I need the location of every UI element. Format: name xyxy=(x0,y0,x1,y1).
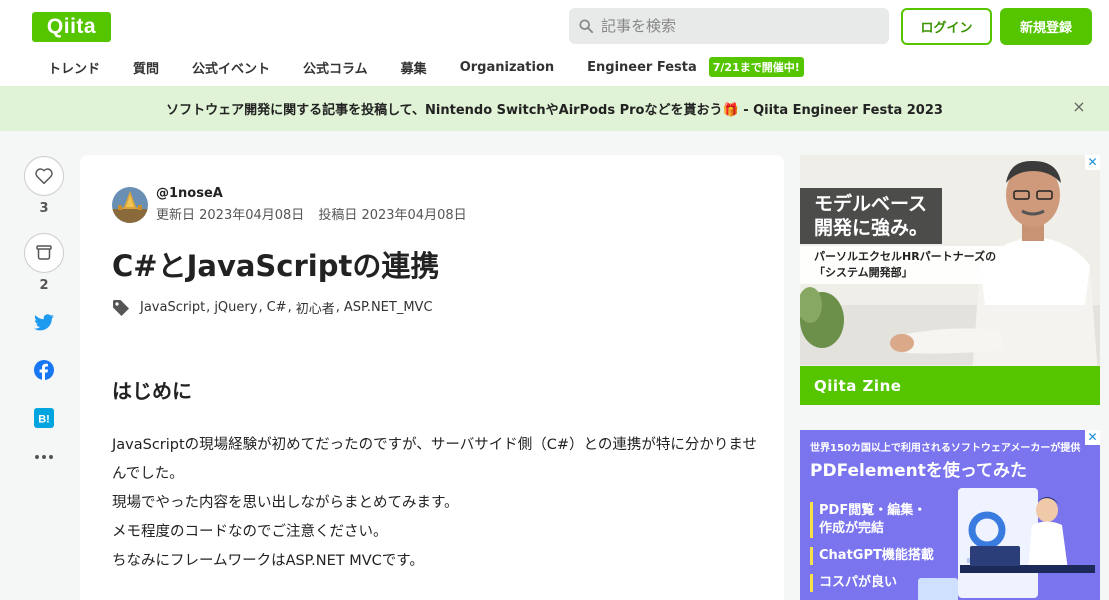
heart-icon xyxy=(35,168,53,185)
twitter-share[interactable] xyxy=(24,314,64,332)
search-input[interactable] xyxy=(601,17,871,35)
avatar[interactable] xyxy=(112,186,148,223)
ad1-headline-line2: 開発に強み。 xyxy=(814,217,929,239)
updated-date: 更新日 2023年04月08日 xyxy=(156,208,305,223)
twitter-icon xyxy=(34,314,54,331)
article-body: JavaScriptの現場経験が初めてだったのですが、サーバサイド側（C#）との… xyxy=(112,431,757,576)
ad2-feature: ChatGPT機能搭載 xyxy=(810,547,934,565)
tag-aspnet-mvc[interactable]: ASP.NET_MVC xyxy=(344,300,433,315)
hatena-bookmark-icon: B! xyxy=(34,408,54,428)
article-title: C#とJavaScriptの連携 xyxy=(112,249,440,283)
facebook-share[interactable] xyxy=(24,360,64,380)
like-count: 3 xyxy=(39,201,49,216)
nav-trend[interactable]: トレンド xyxy=(48,58,100,77)
stock-count: 2 xyxy=(39,278,49,293)
ad1-footer: Qiita Zine xyxy=(800,366,1100,405)
more-actions[interactable] xyxy=(24,454,64,460)
nav-questions[interactable]: 質問 xyxy=(133,58,159,77)
ad2-feature: PDF閲覧・編集・作成が完結 xyxy=(810,502,930,538)
paragraph: ちなみにフレームワークはASP.NET MVCです。 xyxy=(112,553,424,569)
stock-button[interactable] xyxy=(24,233,64,273)
banner-text: ソフトウェア開発に関する記事を投稿して、Nintendo SwitchやAirP… xyxy=(166,99,943,118)
ad1-subtitle: パーソルエクセルHRパートナーズの 「システム開発部」 xyxy=(800,246,1003,284)
gift-icon: 🎁 xyxy=(722,103,739,118)
close-icon[interactable]: × xyxy=(1071,99,1087,115)
festa-badge: 7/21まで開催中! xyxy=(708,57,804,77)
paragraph: メモ程度のコードなのでご注意ください。 xyxy=(112,524,388,540)
facebook-icon xyxy=(34,360,54,380)
svg-text:B!: B! xyxy=(38,414,50,426)
qiita-logo[interactable]: Qiita xyxy=(32,12,111,42)
ad-banner-pdfelement[interactable]: 世界150カ国以上で利用されるソフトウェアメーカーが提供 PDFelementを… xyxy=(800,430,1100,600)
stock-icon xyxy=(36,245,52,260)
tag-list: JavaScript, jQuery, C#, 初心者, ASP.NET_MVC xyxy=(112,298,433,317)
site-header: Qiita ログイン 新規登録 トレンド 質問 公式イベント 公式コラム 募集 … xyxy=(0,0,1109,86)
ad2-tagline: 世界150カ国以上で利用されるソフトウェアメーカーが提供 xyxy=(810,443,1081,454)
article-dates: 更新日 2023年04月08日 投稿日 2023年04月08日 xyxy=(156,204,481,223)
ad1-headline: モデルベース 開発に強み。 xyxy=(800,188,943,244)
search-box[interactable] xyxy=(569,8,889,44)
festa-banner[interactable]: ソフトウェア開発に関する記事を投稿して、Nintendo SwitchやAirP… xyxy=(0,86,1109,131)
ad2-title: PDFelementを使ってみた xyxy=(810,461,1028,481)
paragraph: 現場でやった内容を思い出しながらまとめてみます。 xyxy=(112,495,459,511)
ad1-subtitle-line1: パーソルエクセルHRパートナーズの xyxy=(814,250,997,263)
ad2-feature-list: PDF閲覧・編集・作成が完結 ChatGPT機能搭載 コスパが良い xyxy=(810,502,934,600)
search-icon xyxy=(579,19,593,33)
nav-organization[interactable]: Organization xyxy=(460,60,554,75)
like-button[interactable] xyxy=(24,156,64,196)
tag-csharp[interactable]: C# xyxy=(267,300,287,315)
ad-close-icon[interactable]: ✕ xyxy=(1085,155,1100,170)
ad1-headline-line1: モデルベース xyxy=(814,193,928,215)
tag-icon xyxy=(113,299,129,316)
author-info: @1noseA 更新日 2023年04月08日 投稿日 2023年04月08日 xyxy=(112,186,481,223)
ad-banner-persol[interactable]: モデルベース 開発に強み。 パーソルエクセルHRパートナーズの 「システム開発部… xyxy=(800,155,1100,405)
hatena-share[interactable]: B! xyxy=(24,408,64,428)
ad-close-icon[interactable]: ✕ xyxy=(1085,430,1100,445)
ad2-feature: コスパが良い xyxy=(810,574,934,592)
main-nav: トレンド 質問 公式イベント 公式コラム 募集 Organization Eng… xyxy=(32,54,804,80)
tag-javascript[interactable]: JavaScript xyxy=(140,300,205,315)
section-heading: はじめに xyxy=(112,379,192,403)
more-icon xyxy=(35,455,53,459)
banner-text-main: ソフトウェア開発に関する記事を投稿して、Nintendo SwitchやAirP… xyxy=(166,103,723,118)
login-button[interactable]: ログイン xyxy=(901,8,992,45)
nav-engineer-festa[interactable]: Engineer Festa xyxy=(587,60,697,75)
avatar-image xyxy=(112,186,148,223)
article-card: @1noseA 更新日 2023年04月08日 投稿日 2023年04月08日 C… xyxy=(80,155,784,600)
ad1-subtitle-line2: 「システム開発部」 xyxy=(814,266,913,279)
nav-recruit[interactable]: 募集 xyxy=(401,58,427,77)
nav-official-events[interactable]: 公式イベント xyxy=(192,58,270,77)
banner-text-festa: - Qiita Engineer Festa 2023 xyxy=(738,103,943,118)
article-actions: 3 2 B! xyxy=(24,156,64,460)
paragraph: JavaScriptの現場経験が初めてだったのですが、サーバサイド側（C#）との… xyxy=(112,437,757,482)
signup-button[interactable]: 新規登録 xyxy=(1000,8,1092,45)
tag-jquery[interactable]: jQuery xyxy=(214,300,257,315)
tag-beginner[interactable]: 初心者 xyxy=(296,298,335,317)
author-name[interactable]: @1noseA xyxy=(156,186,481,201)
nav-official-columns[interactable]: 公式コラム xyxy=(303,58,368,77)
posted-date: 投稿日 2023年04月08日 xyxy=(318,208,467,223)
